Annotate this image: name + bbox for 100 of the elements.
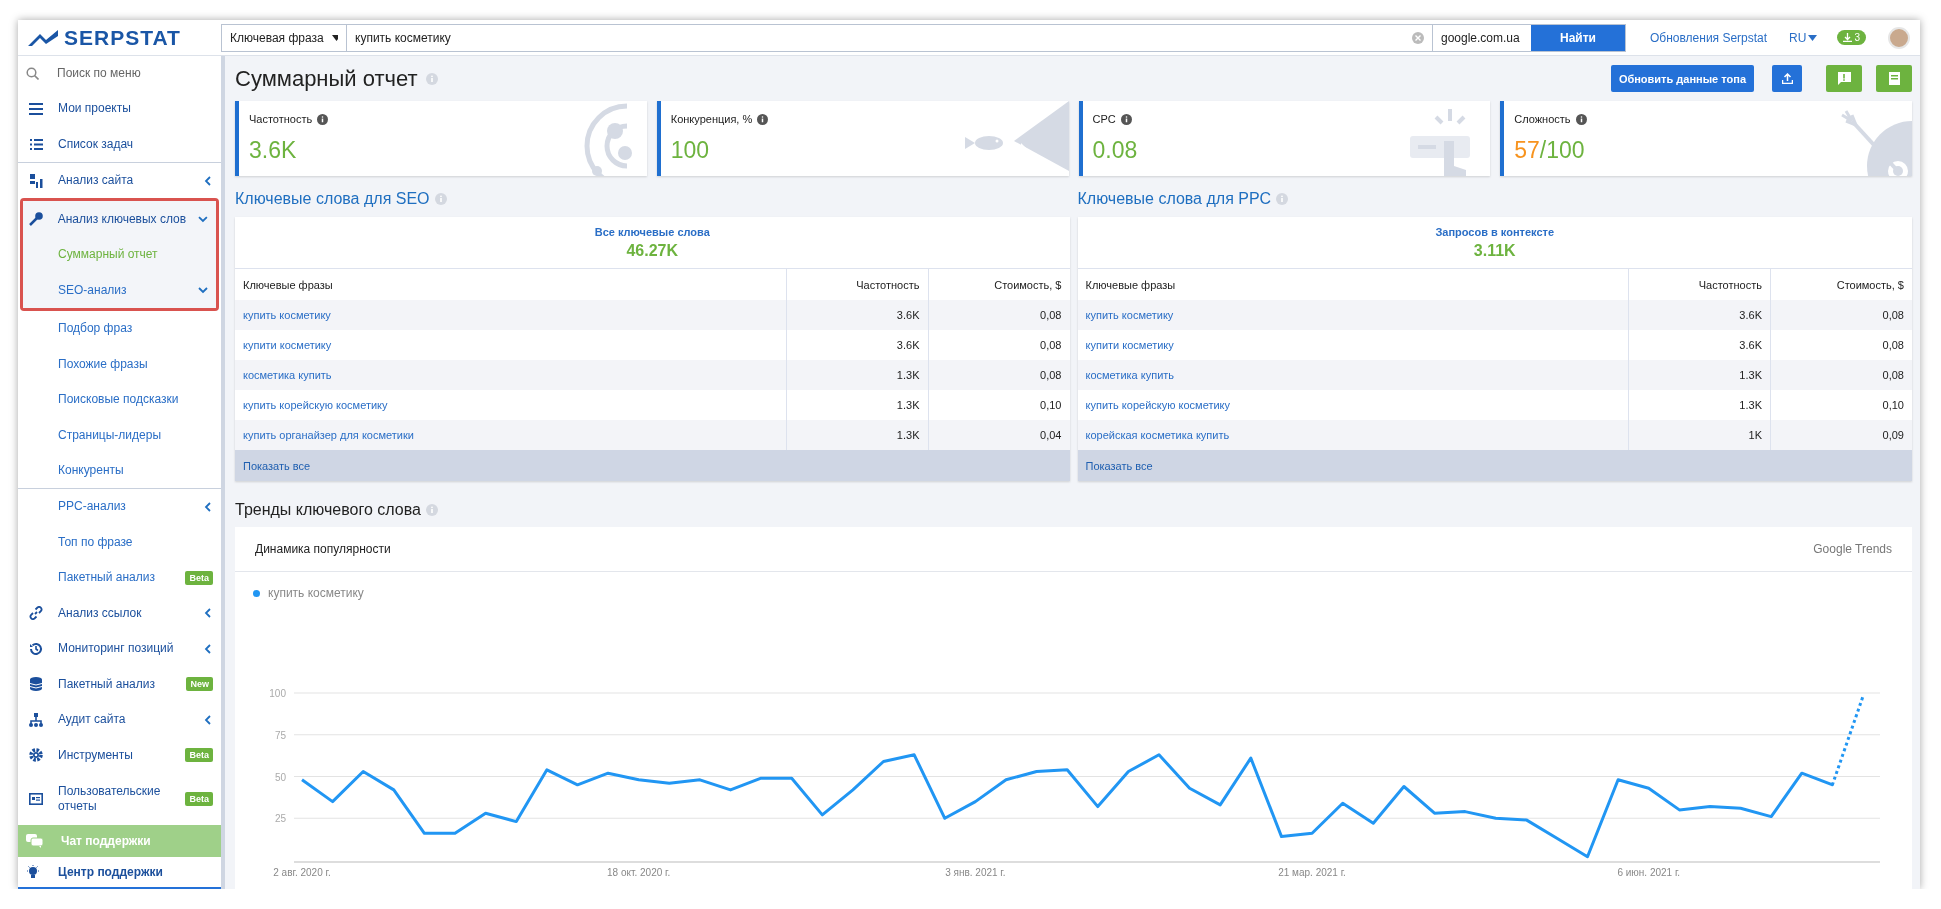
refresh-button[interactable]: Обновить данные топа [1610,65,1754,92]
section-title: Ключевые слова для SEO [235,190,430,208]
history-icon [29,641,43,656]
report-button[interactable] [1826,65,1862,92]
summary-value: 46.27K [626,241,679,260]
chevron-icon [203,175,213,186]
sidebar-item[interactable]: Похожие фразы [18,346,221,382]
chevron-icon [198,285,208,296]
sidebar-item[interactable]: Анализ ссылок [18,595,221,632]
section-title: Тренды ключевого слова [235,501,421,519]
table-cell: 0,09 [1770,420,1912,450]
table-cell: 0,04 [927,420,1070,450]
metric-label: Частотность [249,113,313,125]
keyword-link[interactable]: купить косметику [1077,300,1628,330]
menu-icon [29,102,43,115]
list-icon [29,138,43,150]
sidebar-item[interactable]: Анализ ключевых слов [23,201,216,237]
info-icon [317,113,329,125]
lightbulb-icon [26,864,40,880]
table-cell: 3.6K [785,300,928,330]
guide-button[interactable] [1876,65,1912,92]
table-cell: 1.3K [785,420,928,450]
keyword-link[interactable]: корейская косметика купить [1077,420,1628,450]
table-cell: 1K [1628,420,1770,450]
metric-value: 100 [670,137,710,164]
find-button[interactable]: Найти [1530,24,1625,51]
sidebar-item[interactable]: Подбор фраз [18,310,221,347]
table-cell: 0,08 [1770,330,1912,360]
chevron-icon [203,643,213,654]
link-icon [29,606,43,621]
key-icon [28,212,43,227]
section-title: Ключевые слова для PPC [1077,190,1272,208]
search-field[interactable]: купить косметику [347,24,1433,51]
menu-search-field[interactable]: Поиск по меню [18,56,221,91]
sidebar-item[interactable]: Пакетный анализ New [18,666,221,703]
badge: Beta [185,748,213,763]
alert-icon [1837,72,1851,85]
sidebar-item[interactable]: Пакетный анализ Beta [18,560,221,596]
metric-value: 3.6K [249,137,297,164]
keyword-link[interactable]: купить органайзер для косметики [235,420,786,450]
sidebar-item[interactable]: Пользовательские отчеты Beta [18,772,221,825]
updates-link[interactable]: Обновления Serpstat [1649,30,1768,45]
logo-icon [28,29,58,46]
caret-icon [1808,34,1818,41]
export-button[interactable] [1772,65,1802,92]
metric-label: CPC [1092,113,1116,125]
card-icon [29,792,43,805]
sidebar-item[interactable]: PPC-анализ [18,489,221,525]
sidebar-item[interactable]: Мониторинг позиций [18,631,221,667]
table-cell: 0,10 [927,390,1070,420]
summary-value: 3.11K [1473,241,1516,260]
table-cell: 3.6K [1628,300,1770,330]
search-icon [26,67,39,80]
sidebar-item[interactable]: Конкуренты [18,452,221,489]
info-icon [434,193,447,205]
table-cell: 0,08 [927,360,1070,390]
keyword-link[interactable]: косметика купить [235,360,786,390]
sidebar-item[interactable]: SEO-анализ [23,272,216,308]
badge: Beta [185,570,213,585]
metric-label: Сложность [1514,113,1571,125]
column-header: Стоимость, $ [1770,269,1912,300]
keyword-link[interactable]: купить косметику [235,300,786,330]
language-dropdown[interactable]: RU [1789,30,1818,45]
axis-label: 75 [274,729,286,741]
info-icon [757,113,769,125]
sidebar-item[interactable]: Топ по фразе [18,524,221,561]
chart-title: Динамика популярности [255,542,391,556]
upload-icon [1781,73,1793,84]
badge: Beta [185,791,213,806]
info-icon [425,72,438,85]
info-icon [1575,113,1587,125]
chevron-icon [203,501,213,512]
chevron-icon [198,214,208,225]
table-cell: 0,10 [1770,390,1912,420]
show-all-link[interactable]: Показать все [235,450,1070,481]
axis-label: 3 янв. 2021 г. [945,867,1006,878]
info-icon [1120,113,1132,125]
table-cell: 0,08 [1770,300,1912,330]
document-icon [1888,72,1900,85]
column-header: Стоимость, $ [927,269,1070,300]
sidebar-item[interactable]: Анализ сайта [18,162,221,199]
chart-icon [29,173,43,188]
avatar[interactable] [1888,26,1910,49]
database-icon [30,677,42,692]
sidebar-item[interactable]: Мои проекты [18,90,221,127]
summary-label: Все ключевые слова [594,225,710,238]
axis-label: 6 июн. 2021 г. [1617,867,1681,878]
axis-label: 2 авг. 2020 г. [273,867,331,878]
sidebar-item[interactable]: Поисковые подсказки [18,381,221,418]
clear-icon[interactable] [1411,31,1424,44]
sidebar-item[interactable]: Страницы-лидеры [18,417,221,453]
sidebar-item[interactable]: Список задач [18,126,221,162]
logo: SERPSTAT [64,25,181,50]
keyword-link[interactable]: косметика купить [1077,360,1628,390]
badge: New [186,677,213,692]
sidebar-item[interactable]: Аудит сайта [18,702,221,738]
show-all-link[interactable]: Показать все [1077,450,1912,481]
sidebar-item[interactable]: Инструменты Beta [18,737,221,773]
table-cell: 0,08 [927,300,1070,330]
legend-label: купить косметику [268,586,364,600]
